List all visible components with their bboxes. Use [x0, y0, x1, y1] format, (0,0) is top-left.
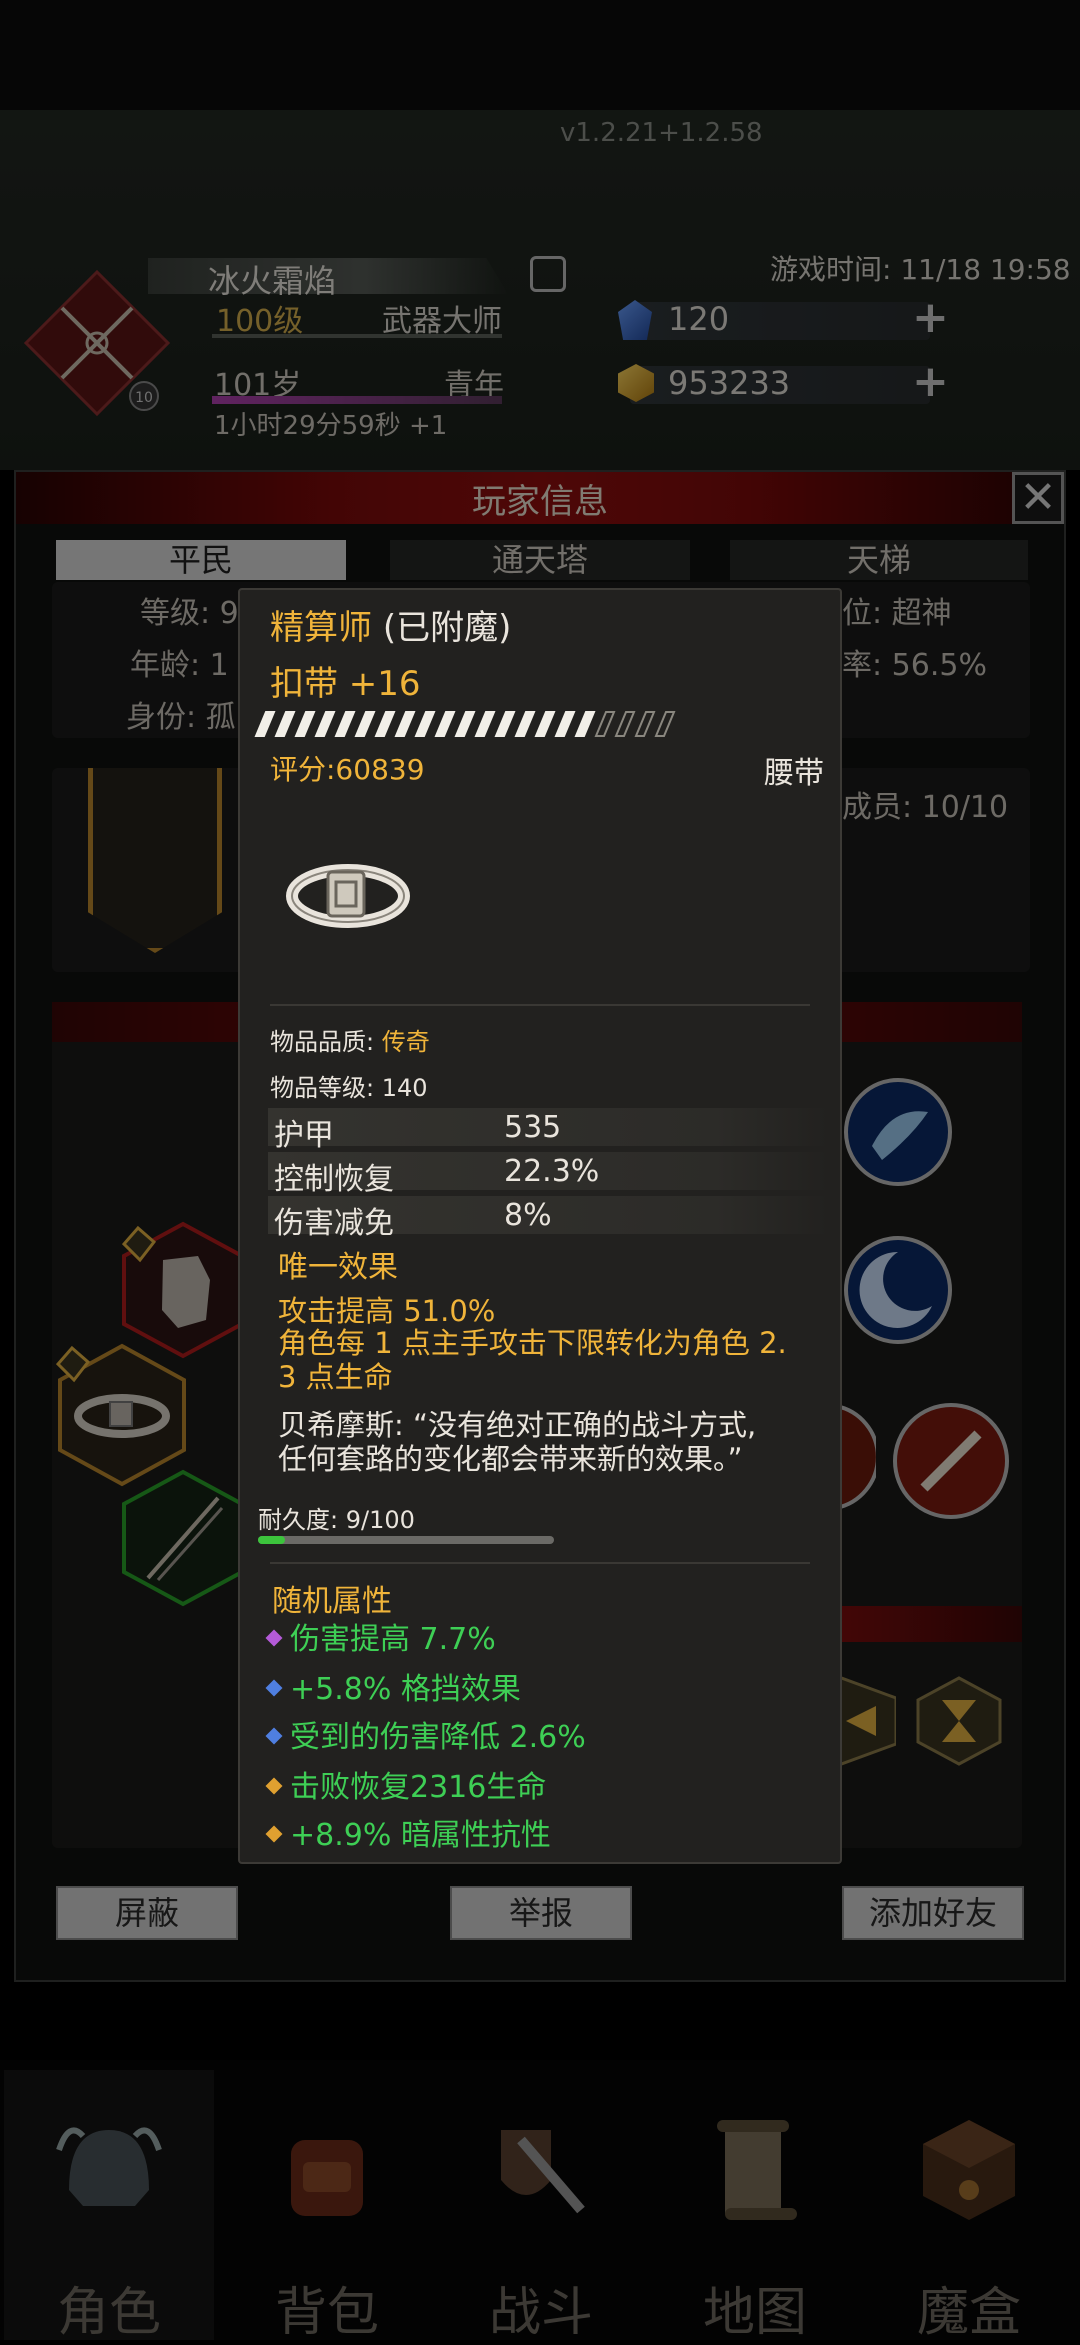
random-attr-text: +5.8% 格挡效果 — [290, 1672, 521, 1707]
enchant-segment — [594, 711, 616, 737]
enchant-segment — [434, 711, 456, 737]
gem-bullet-icon — [265, 1679, 283, 1696]
enchant-segment — [314, 711, 336, 737]
enchant-segment — [474, 711, 496, 737]
quality-value: 传奇 — [381, 1028, 430, 1056]
durability-label: 耐久度: 9/100 — [258, 1506, 415, 1534]
tooltip-divider — [270, 1004, 810, 1006]
enchant-segment — [334, 711, 356, 737]
item-score: 评分:60839 — [270, 753, 425, 786]
durability-track — [258, 1536, 554, 1544]
enchant-segment — [414, 711, 436, 737]
random-attr: 伤害提高 7.7% — [265, 1614, 496, 1658]
enchant-segment — [554, 711, 576, 737]
random-attr: +5.8% 格挡效果 — [265, 1664, 521, 1708]
tooltip-divider — [270, 1562, 810, 1564]
enchanted-tag: (已附魔) — [382, 608, 512, 648]
enchant-segment — [534, 711, 556, 737]
stat-value: 8% — [504, 1198, 552, 1233]
random-attr: 受到的伤害降低 2.6% — [265, 1712, 586, 1756]
random-attr-text: 击败恢复2316生命 — [290, 1770, 547, 1805]
flavor-quote-line: 贝希摩斯: “没有绝对正确的战斗方式, — [278, 1408, 757, 1442]
random-attr-text: 受到的伤害降低 2.6% — [290, 1720, 586, 1755]
random-attr: +8.9% 暗属性抗性 — [265, 1810, 551, 1854]
enchant-segment — [494, 711, 516, 737]
stat-value: 535 — [504, 1110, 562, 1145]
item-slot: 腰带 — [764, 756, 824, 791]
stat-value: 22.3% — [504, 1154, 600, 1189]
quality-label: 物品品质: — [270, 1028, 382, 1056]
enchant-segment — [514, 711, 536, 737]
unique-effect-title: 唯一效果 — [278, 1250, 398, 1285]
affix-name: 精算师 — [270, 608, 372, 648]
item-affix-title: 精算师 (已附魔) — [270, 600, 511, 649]
enchant-segment — [654, 711, 676, 737]
random-attr: 击败恢复2316生命 — [265, 1762, 547, 1806]
belt-item-icon — [286, 864, 410, 928]
gem-bullet-icon — [265, 1777, 283, 1794]
gem-bullet-icon — [265, 1825, 283, 1842]
enchant-segment — [254, 711, 276, 737]
random-attr-text: +8.9% 暗属性抗性 — [290, 1818, 551, 1853]
enchant-segment — [294, 711, 316, 737]
stat-row: 伤害减免 8% — [268, 1196, 828, 1241]
enchant-progress-bar — [254, 711, 676, 737]
enchant-segment — [634, 711, 656, 737]
item-quality: 物品品质: 传奇 — [270, 1022, 430, 1057]
unique-effect-line: 角色每 1 点主手攻击下限转化为角色 2. — [278, 1326, 787, 1360]
item-name: 扣带 +16 — [270, 664, 421, 704]
random-attr-text: 伤害提高 7.7% — [290, 1622, 496, 1657]
stat-row: 控制恢复 22.3% — [268, 1152, 828, 1197]
item-level: 物品等级: 140 — [270, 1074, 428, 1102]
enchant-segment — [394, 711, 416, 737]
enchant-segment — [614, 711, 636, 737]
gem-bullet-icon — [265, 1629, 283, 1646]
stat-name: 护甲 — [274, 1118, 334, 1153]
enchant-segment — [574, 711, 596, 737]
enchant-segment — [354, 711, 376, 737]
durability-fill — [258, 1536, 285, 1544]
enchant-segment — [454, 711, 476, 737]
unique-effect-line: 3 点生命 — [278, 1360, 393, 1394]
stat-name: 控制恢复 — [274, 1162, 394, 1197]
enchant-segment — [274, 711, 296, 737]
enchant-segment — [374, 711, 396, 737]
stat-name: 伤害减免 — [274, 1206, 394, 1241]
flavor-quote-line: 任何套路的变化都会带来新的效果。” — [278, 1442, 743, 1476]
gem-bullet-icon — [265, 1727, 283, 1744]
stat-row: 护甲 535 — [268, 1108, 828, 1153]
